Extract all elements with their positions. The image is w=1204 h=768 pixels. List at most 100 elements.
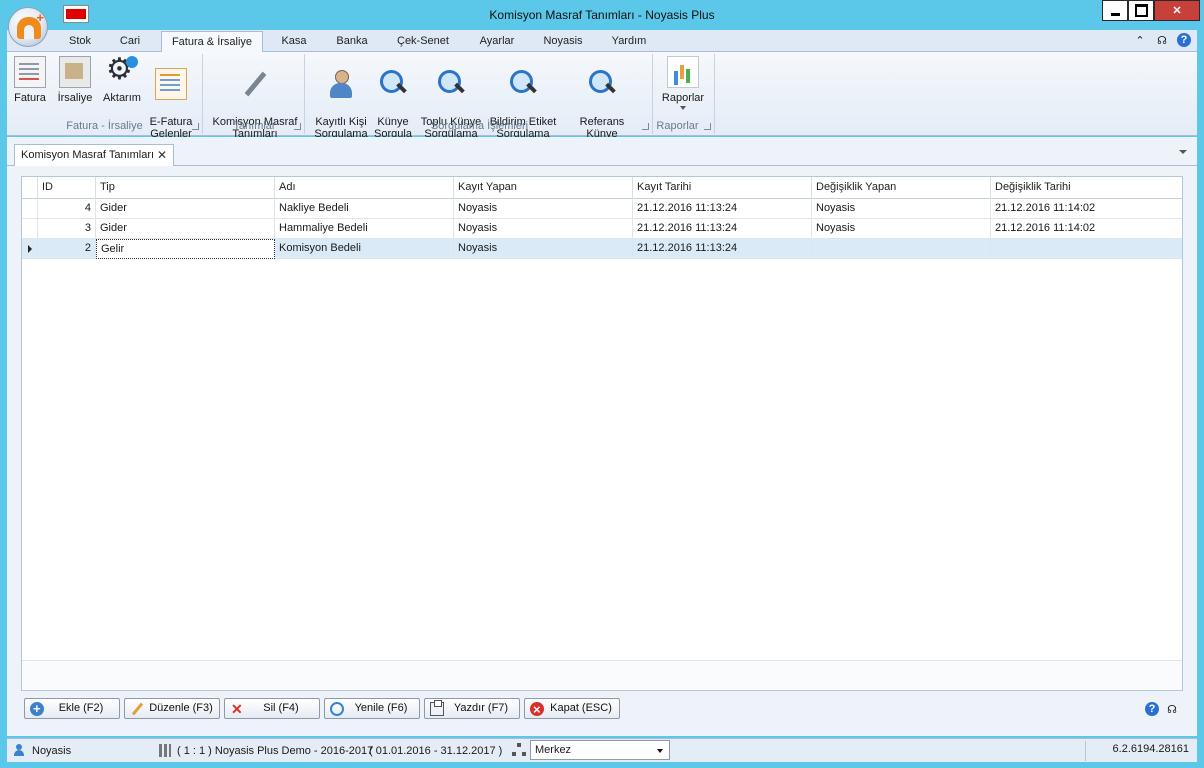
aktarim-label: Aktarım [103, 92, 141, 104]
maximize-button[interactable] [1128, 0, 1154, 21]
refresh-button[interactable]: Yenile (F6) [324, 698, 420, 719]
document-tab-label: Komisyon Masraf Tanımları [21, 149, 155, 161]
dialog-launcher-icon[interactable] [642, 123, 649, 130]
group-label-raporlar: Raporlar [656, 120, 699, 132]
document-area: Komisyon Masraf Tanımları ✕ ID Tip Adı K… [7, 137, 1197, 736]
status-user: Noyasis [32, 745, 72, 757]
tab-noyasis[interactable]: Noyasis [539, 33, 587, 52]
cell-tip[interactable]: Gider [96, 219, 275, 239]
cell-id[interactable]: 4 [38, 199, 96, 219]
minimize-button[interactable] [1102, 0, 1128, 21]
cell-tip[interactable]: Gider [96, 199, 275, 219]
column-header-degisiklik-yapan[interactable]: Değişiklik Yapan [812, 177, 991, 199]
database-icon [159, 744, 171, 757]
branch-select[interactable]: Merkez [530, 740, 670, 760]
close-label: Kapat (ESC) [550, 702, 612, 714]
fatura-label: Fatura [14, 92, 46, 104]
tab-dropdown-icon[interactable] [1179, 150, 1187, 154]
row-indicator[interactable] [22, 219, 38, 238]
cell-kayit-tarihi[interactable]: 21.12.2016 11:13:24 [633, 219, 812, 239]
cell-id[interactable]: 3 [38, 219, 96, 239]
network-icon [512, 743, 526, 757]
cell-degisiklik-yapan[interactable]: Noyasis [812, 199, 991, 219]
document-tab[interactable]: Komisyon Masraf Tanımları ✕ [14, 144, 174, 166]
irsaliye-label: İrsaliye [57, 92, 93, 104]
tab-cek-senet[interactable]: Çek-Senet [393, 33, 453, 52]
cell-degisiklik-tarihi[interactable]: 21.12.2016 11:14:02 [991, 219, 1183, 239]
cell-id[interactable]: 2 [38, 239, 96, 259]
row-indicator[interactable] [22, 199, 38, 218]
ribbon-right-icons: ⌃ ☊ ? [1133, 33, 1191, 47]
cell-tip-focused[interactable]: Gelir [96, 239, 275, 259]
cell-kayit-tarihi[interactable]: 21.12.2016 11:13:24 [633, 199, 812, 219]
user-icon [14, 744, 24, 756]
cell-adi[interactable]: Nakliye Bedeli [275, 199, 454, 219]
table-row-selected[interactable]: 2 Gelir Komisyon Bedeli Noyasis 21.12.20… [22, 239, 1182, 259]
cell-degisiklik-tarihi[interactable]: 21.12.2016 11:14:02 [991, 199, 1183, 219]
ribbon-tab-bar: Stok Cari Fatura & İrsaliye Kasa Banka Ç… [7, 30, 1197, 53]
irsaliye-button[interactable]: İrsaliye [55, 56, 95, 104]
logo-plus-icon: + [36, 10, 44, 25]
column-header-adi[interactable]: Adı [275, 177, 454, 199]
collapse-ribbon-icon[interactable]: ⌃ [1133, 33, 1147, 47]
tab-banka[interactable]: Banka [333, 33, 371, 52]
cell-degisiklik-yapan[interactable] [812, 239, 991, 259]
tab-kasa[interactable]: Kasa [277, 33, 311, 52]
close-tab-icon[interactable]: ✕ [157, 148, 167, 162]
print-button[interactable]: Yazdır (F7) [424, 698, 520, 719]
status-divider [1085, 741, 1086, 761]
group-fatura-irsaliye: Fatura İrsaliye Aktarım E-Fatura Gelenle… [7, 54, 203, 140]
cell-kayit-yapan[interactable]: Noyasis [454, 219, 633, 239]
person-search-icon [325, 68, 357, 100]
tab-fatura-irsaliye[interactable]: Fatura & İrsaliye [161, 31, 263, 53]
dialog-launcher-icon[interactable] [294, 123, 301, 130]
title-bar: Komisyon Masraf Tanımları - Noyasis Plus… [0, 0, 1204, 30]
cell-adi[interactable]: Komisyon Bedeli [275, 239, 454, 259]
tab-yardim[interactable]: Yardım [607, 33, 651, 52]
aktarim-button[interactable]: Aktarım [101, 54, 143, 104]
current-row-indicator[interactable] [22, 239, 38, 258]
edit-button[interactable]: Düzenle (F3) [124, 698, 220, 719]
add-label: Ekle (F2) [58, 702, 104, 714]
group-label-sorgulama: Sorgulama İşlemleri [430, 120, 529, 132]
column-header-kayit-yapan[interactable]: Kayıt Yapan [454, 177, 633, 199]
dialog-launcher-icon[interactable] [704, 123, 711, 130]
support-icon[interactable]: ☊ [1165, 702, 1179, 716]
support-icon[interactable]: ☊ [1155, 33, 1169, 47]
column-header-kayit-tarihi[interactable]: Kayıt Tarihi [633, 177, 812, 199]
add-icon [30, 702, 44, 716]
column-header-id[interactable]: ID [38, 177, 96, 199]
magnifier-icon [377, 68, 409, 100]
edit-label: Düzenle (F3) [149, 702, 213, 714]
branch-select-value: Merkez [535, 744, 572, 756]
status-period: ( 01.01.2016 - 31.12.2017 ) [369, 745, 503, 757]
cell-kayit-yapan[interactable]: Noyasis [454, 199, 633, 219]
column-header-degisiklik-tarihi[interactable]: Değişiklik Tarihi [991, 177, 1183, 199]
help-icon[interactable]: ? [1145, 702, 1159, 716]
chart-icon [667, 56, 699, 88]
column-header-tip[interactable]: Tip [96, 177, 275, 199]
delete-button[interactable]: Sil (F4) [224, 698, 320, 719]
tab-cari[interactable]: Cari [115, 33, 145, 52]
fatura-button[interactable]: Fatura [11, 56, 49, 104]
cell-kayit-yapan[interactable]: Noyasis [454, 239, 633, 259]
table-row[interactable]: 4 Gider Nakliye Bedeli Noyasis 21.12.201… [22, 199, 1182, 219]
cell-degisiklik-yapan[interactable]: Noyasis [812, 219, 991, 239]
e-invoice-icon [155, 68, 187, 100]
app-window: Komisyon Masraf Tanımları - Noyasis Plus… [0, 0, 1204, 768]
close-button[interactable]: Kapat (ESC) [524, 698, 620, 719]
help-icon[interactable]: ? [1177, 33, 1191, 47]
cell-degisiklik-tarihi[interactable] [991, 239, 1183, 259]
cell-adi[interactable]: Hammaliye Bedeli [275, 219, 454, 239]
add-button[interactable]: Ekle (F2) [24, 698, 120, 719]
dialog-launcher-icon[interactable] [192, 123, 199, 130]
tab-stok[interactable]: Stok [63, 33, 97, 52]
raporlar-button[interactable]: Raporlar [659, 56, 707, 110]
cell-kayit-tarihi[interactable]: 21.12.2016 11:13:24 [633, 239, 812, 259]
app-logo-button[interactable]: + [8, 7, 48, 47]
ribbon-panel: Fatura İrsaliye Aktarım E-Fatura Gelenle… [7, 52, 1197, 152]
close-window-button[interactable]: ✕ [1154, 0, 1200, 21]
table-row[interactable]: 3 Gider Hammaliye Bedeli Noyasis 21.12.2… [22, 219, 1182, 239]
tab-ayarlar[interactable]: Ayarlar [475, 33, 519, 52]
group-label-tanimlar: Tanımlar [233, 120, 276, 132]
